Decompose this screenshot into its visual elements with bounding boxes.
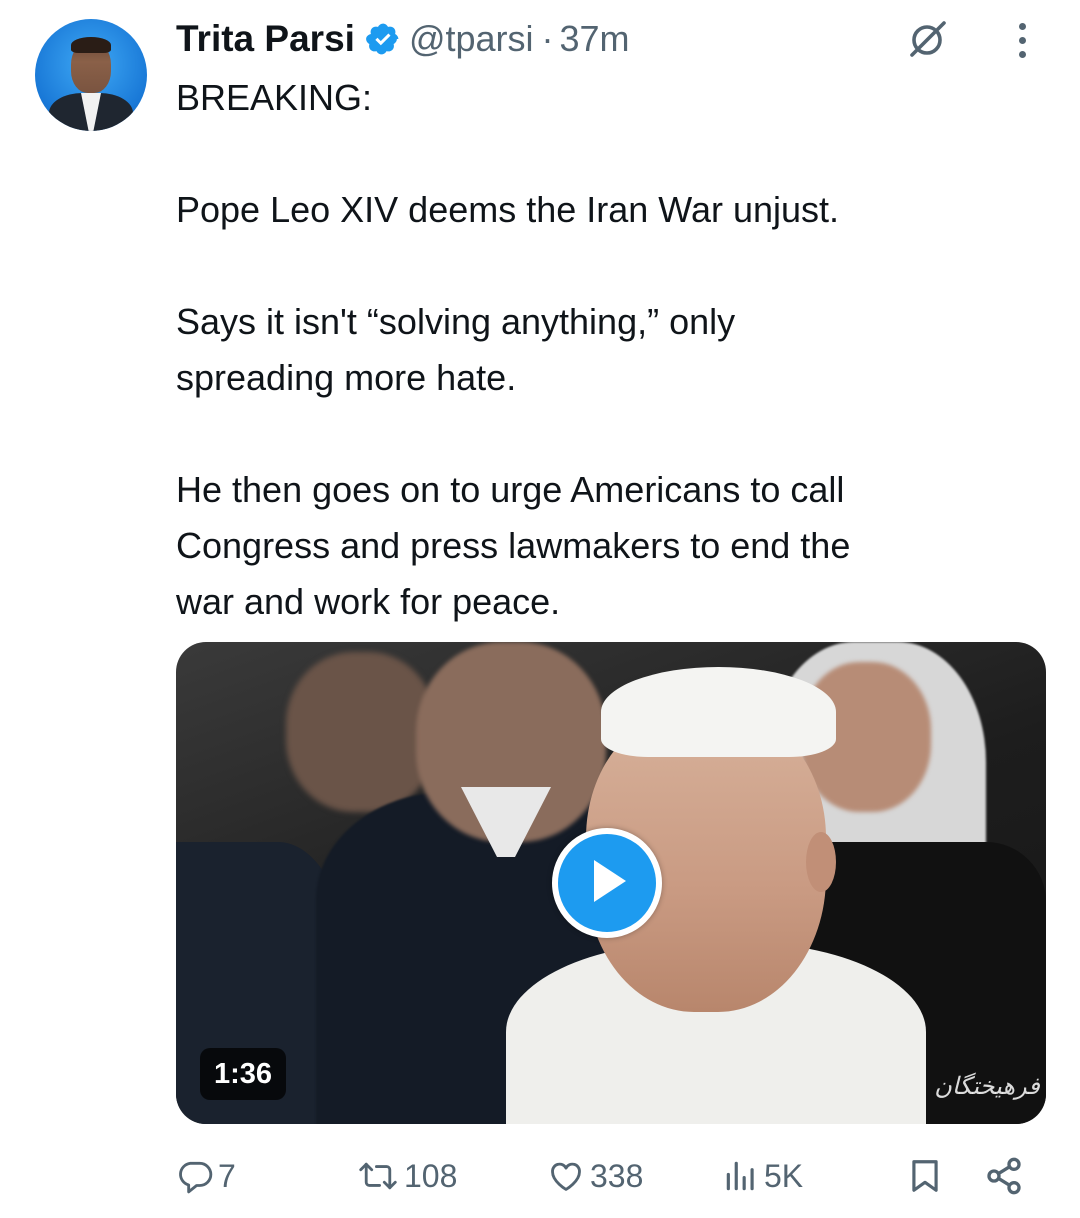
- video-duration: 1:36: [200, 1048, 287, 1100]
- repost-count: 108: [404, 1157, 458, 1194]
- tweet-text: BREAKING: Pope Leo XIV deems the Iran Wa…: [176, 77, 851, 622]
- views-chart-icon: [722, 1157, 760, 1195]
- more-options-icon[interactable]: [1004, 14, 1040, 66]
- play-icon: [584, 856, 630, 911]
- watermark-logo: فرهیختگان: [934, 1072, 1040, 1100]
- tweet-time[interactable]: 37m: [560, 18, 630, 60]
- reply-icon: [176, 1157, 214, 1195]
- time-separator: ·: [541, 18, 554, 59]
- repost-icon: [356, 1157, 400, 1195]
- repost-button[interactable]: 108: [356, 1146, 457, 1206]
- share-icon: [984, 1156, 1024, 1196]
- reply-count: 7: [218, 1157, 236, 1194]
- play-button[interactable]: [552, 828, 662, 938]
- verified-badge-icon: [365, 21, 401, 57]
- views-button[interactable]: 5K: [722, 1146, 803, 1206]
- action-bar: 7 108 338 5K: [176, 1146, 1046, 1206]
- avatar[interactable]: [35, 19, 147, 131]
- share-button[interactable]: [984, 1146, 1024, 1206]
- author-handle[interactable]: @tparsi: [409, 18, 534, 60]
- author-name[interactable]: Trita Parsi: [176, 18, 355, 60]
- like-count: 338: [590, 1157, 644, 1194]
- tweet-header: Trita Parsi @tparsi · 37m: [176, 14, 630, 64]
- view-count: 5K: [764, 1157, 804, 1194]
- like-button[interactable]: 338: [546, 1146, 643, 1206]
- bookmark-button[interactable]: [906, 1146, 944, 1206]
- reply-button[interactable]: 7: [176, 1146, 236, 1206]
- grok-icon[interactable]: [900, 14, 956, 64]
- video-player[interactable]: 1:36 فرهیختگان: [176, 642, 1046, 1124]
- heart-icon: [546, 1157, 586, 1195]
- bookmark-icon: [906, 1156, 944, 1196]
